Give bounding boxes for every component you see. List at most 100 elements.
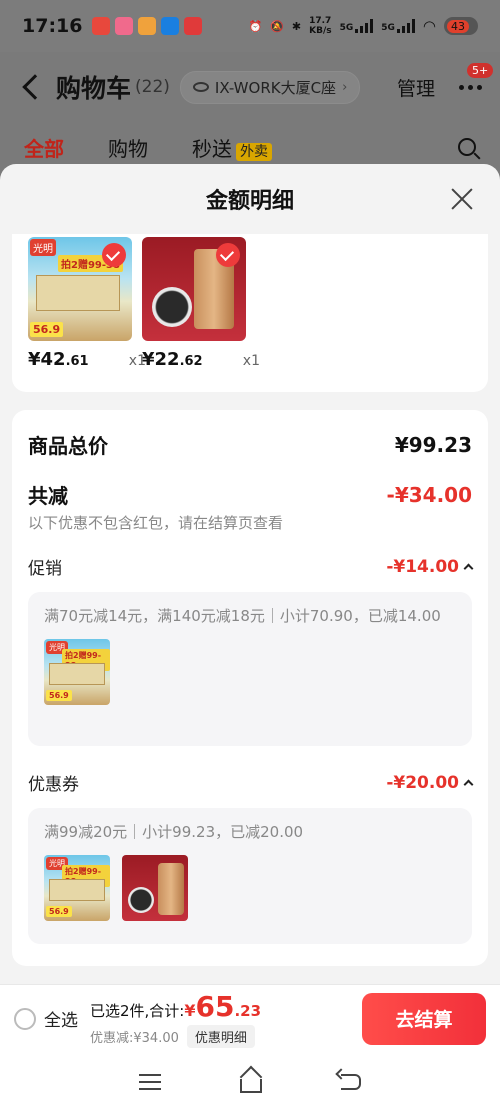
saved-amount-text: 优惠减:¥34.00 (90, 1030, 179, 1046)
app-notification-icon (138, 17, 157, 35)
address-selector[interactable]: IX-WORK大厦C座 › (179, 70, 361, 104)
app-notification-icon (115, 17, 134, 35)
total-row: 商品总价 ¥99.23 (28, 430, 472, 459)
select-all-label[interactable]: 全选 (44, 1006, 78, 1031)
promo-detail-box: 满70元减14元，满140元减18元｜小计70.90，已减14.00 光明 拍2… (28, 592, 472, 746)
notification-app-icons (92, 17, 203, 35)
tea-bowl (152, 287, 192, 327)
bluetooth-icon: ✱ (291, 19, 302, 33)
coupon-row[interactable]: 优惠券 -¥20.00 (28, 770, 474, 795)
cart-header: 购物车 (22) IX-WORK大厦C座 › 管理 5+ (0, 52, 500, 122)
sheet-header: 金额明细 (0, 164, 500, 234)
dot-icon (459, 84, 464, 90)
tea-product-image (122, 855, 188, 921)
total-currency: ¥ (184, 1000, 196, 1020)
more-menu-button[interactable]: 5+ (459, 62, 494, 90)
status-time: 17:16 (22, 15, 83, 37)
summary-total-line: 已选2件,合计: ¥ 65 .23 (90, 990, 261, 1023)
image-price-tag: 56.9 (46, 690, 72, 701)
tea-bowl (128, 887, 154, 913)
selected-items-card: 光明 拍2赠99-38 56.9 ¥42.61 x1 ¥22.62 x1 (12, 234, 488, 392)
manage-button[interactable]: 管理 (397, 74, 435, 101)
order-summary: 已选2件,合计: ¥ 65 .23 优惠减:¥34.00 优惠明细 (90, 990, 261, 1048)
cart-count: (22) (135, 77, 170, 97)
signal-bars-icon (396, 19, 415, 33)
network-speed: 17.7 KB/s (309, 16, 332, 36)
alipay-icon (161, 17, 180, 35)
alarm-icon: ⏰ (248, 19, 263, 33)
chevron-up-icon (463, 563, 474, 574)
promo-row[interactable]: 促销 -¥14.00 (28, 554, 474, 579)
checkout-bar: 全选 已选2件,合计: ¥ 65 .23 优惠减:¥34.00 优惠明细 去结算 (0, 984, 500, 1052)
coupon-products: 光明 拍2赠99-38 56.9 (44, 855, 456, 921)
dot-icon (477, 84, 482, 90)
home-icon[interactable] (239, 1078, 262, 1093)
wifi-icon: ◠ (422, 17, 436, 35)
notification-badge: 5+ (467, 62, 494, 78)
menu-icon[interactable] (139, 1073, 162, 1090)
tab-all[interactable]: 全部 (24, 133, 64, 162)
signal-5g-2: 5G (381, 19, 415, 33)
check-icon[interactable] (216, 243, 240, 267)
check-icon[interactable] (102, 243, 126, 267)
promo-value: -¥14.00 (386, 557, 474, 577)
takeout-tag: 外卖 (236, 142, 272, 161)
dot-icon (468, 84, 473, 90)
product-box (36, 275, 120, 311)
price-breakdown-card: 商品总价 ¥99.23 共减 -¥34.00 以下优惠不包含红包，请在结算页查看… (12, 410, 488, 966)
coupon-label: 优惠券 (28, 775, 79, 795)
milk-product-image: 光明 拍2赠99-38 56.9 (44, 855, 110, 921)
battery-icon: 43 (444, 17, 478, 35)
item-price-row: ¥42.61 x1 (28, 349, 146, 370)
tab-shopping[interactable]: 购物 (108, 133, 148, 162)
promo-products: 光明 拍2赠99-38 56.9 (44, 639, 456, 705)
page-title: 购物车 (56, 74, 132, 103)
item-quantity: x1 (242, 353, 260, 369)
sheet-title: 金额明细 (205, 189, 294, 214)
eye-icon (192, 82, 209, 92)
milk-product-image: 光明 拍2赠99-38 56.9 (44, 639, 110, 705)
list-item[interactable]: ¥22.62 x1 (142, 237, 260, 370)
back-arrow-icon[interactable] (22, 74, 48, 100)
milk-product-image: 光明 拍2赠99-38 56.9 (28, 237, 132, 341)
coupon-description: 满99减20元｜小计99.23，已减20.00 (44, 823, 304, 841)
system-nav-bar (0, 1052, 500, 1111)
checkout-button[interactable]: 去结算 (362, 992, 486, 1045)
promo-label: 促销 (28, 559, 62, 579)
coupon-value: -¥20.00 (386, 773, 474, 793)
total-value: ¥99.23 (394, 432, 472, 457)
total-label: 商品总价 (28, 434, 108, 458)
coupon-detail-box: 满99减20元｜小计99.23，已减20.00 光明 拍2赠99-38 56.9 (28, 808, 472, 944)
search-icon[interactable] (458, 138, 476, 156)
signal-5g-1: 5G (340, 19, 374, 33)
brand-label: 光明 (30, 239, 56, 256)
total-decimal: .23 (234, 1001, 262, 1020)
discount-value: -¥34.00 (386, 482, 472, 507)
total-integer: 65 (195, 989, 235, 1023)
select-all-radio[interactable] (14, 1007, 36, 1030)
image-price-tag: 56.9 (46, 906, 72, 917)
tab-flash-delivery[interactable]: 秒送 外卖 (192, 133, 272, 162)
product-box (49, 879, 105, 901)
back-icon[interactable] (340, 1073, 361, 1090)
address-text: IX-WORK大厦C座 (214, 78, 337, 97)
product-box (49, 663, 105, 685)
signal-bars-icon (355, 19, 374, 33)
status-indicators: ⏰ 🔕 ✱ 17.7 KB/s 5G 5G ◠ 43 (248, 16, 478, 36)
list-item[interactable]: 光明 拍2赠99-38 56.9 ¥42.61 x1 (28, 237, 146, 370)
chevron-up-icon (463, 779, 474, 790)
app-notification-icon (184, 17, 203, 35)
chevron-right-icon: › (342, 79, 348, 95)
summary-discount-line: 优惠减:¥34.00 优惠明细 (90, 1024, 261, 1048)
item-price: ¥22.62 (142, 349, 203, 370)
item-price: ¥42.61 (28, 349, 89, 370)
discount-detail-button[interactable]: 优惠明细 (186, 1024, 255, 1048)
image-price-tag: 56.9 (30, 322, 64, 337)
discount-label: 共减 (28, 484, 68, 508)
item-price-row: ¥22.62 x1 (142, 349, 260, 370)
close-icon[interactable] (450, 187, 474, 211)
selected-count-text: 已选2件,合计: (90, 1001, 185, 1020)
mute-icon: 🔕 (270, 19, 284, 33)
tea-product-image (142, 237, 246, 341)
status-bar: 17:16 ⏰ 🔕 ✱ 17.7 KB/s 5G 5G ◠ 43 (0, 0, 500, 52)
